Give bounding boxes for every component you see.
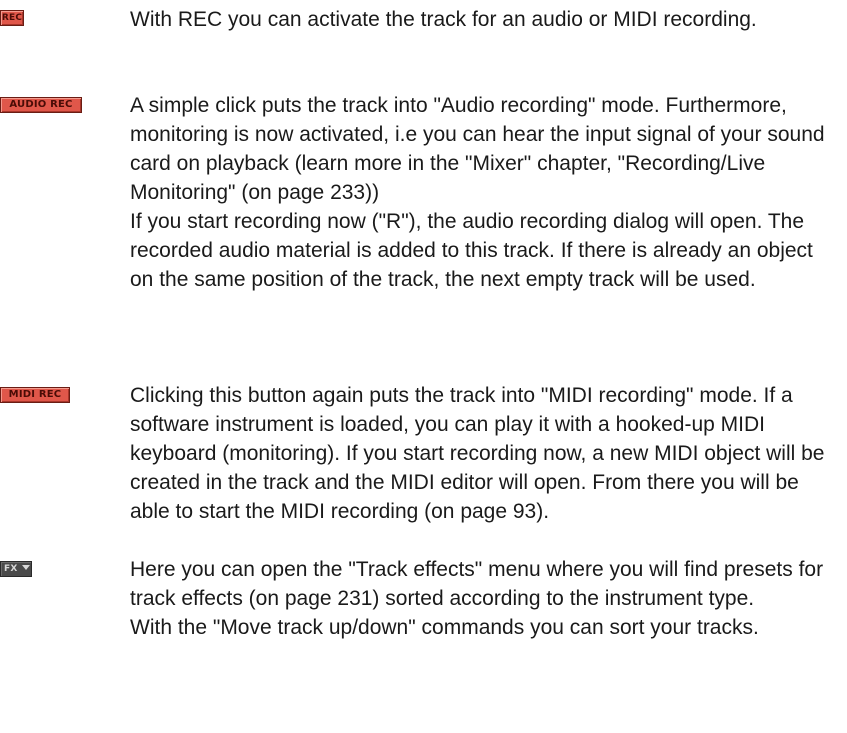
- paragraph: If you start recording now ("R"), the au…: [130, 210, 813, 291]
- entry-audio-rec-description: A simple click puts the track into "Audi…: [130, 91, 842, 294]
- fx-menu-button[interactable]: FX: [0, 561, 32, 577]
- fx-button-label: FX: [4, 564, 18, 574]
- audio-rec-button[interactable]: AUDIO REC: [0, 97, 82, 113]
- entry-rec-description: With REC you can activate the track for …: [130, 5, 842, 34]
- paragraph: With the "Move track up/down" commands y…: [130, 616, 759, 639]
- paragraph: Clicking this button again puts the trac…: [130, 384, 825, 523]
- entry-fx-description: Here you can open the "Track effects" me…: [130, 555, 842, 642]
- rec-button[interactable]: REC: [0, 10, 24, 26]
- dropdown-arrow-icon: [21, 565, 30, 570]
- entry-midi-rec-description: Clicking this button again puts the trac…: [130, 381, 842, 526]
- paragraph: A simple click puts the track into "Audi…: [130, 94, 825, 204]
- paragraph: Here you can open the "Track effects" me…: [130, 558, 824, 610]
- paragraph: With REC you can activate the track for …: [130, 8, 757, 31]
- midi-rec-button[interactable]: MIDI REC: [0, 387, 70, 403]
